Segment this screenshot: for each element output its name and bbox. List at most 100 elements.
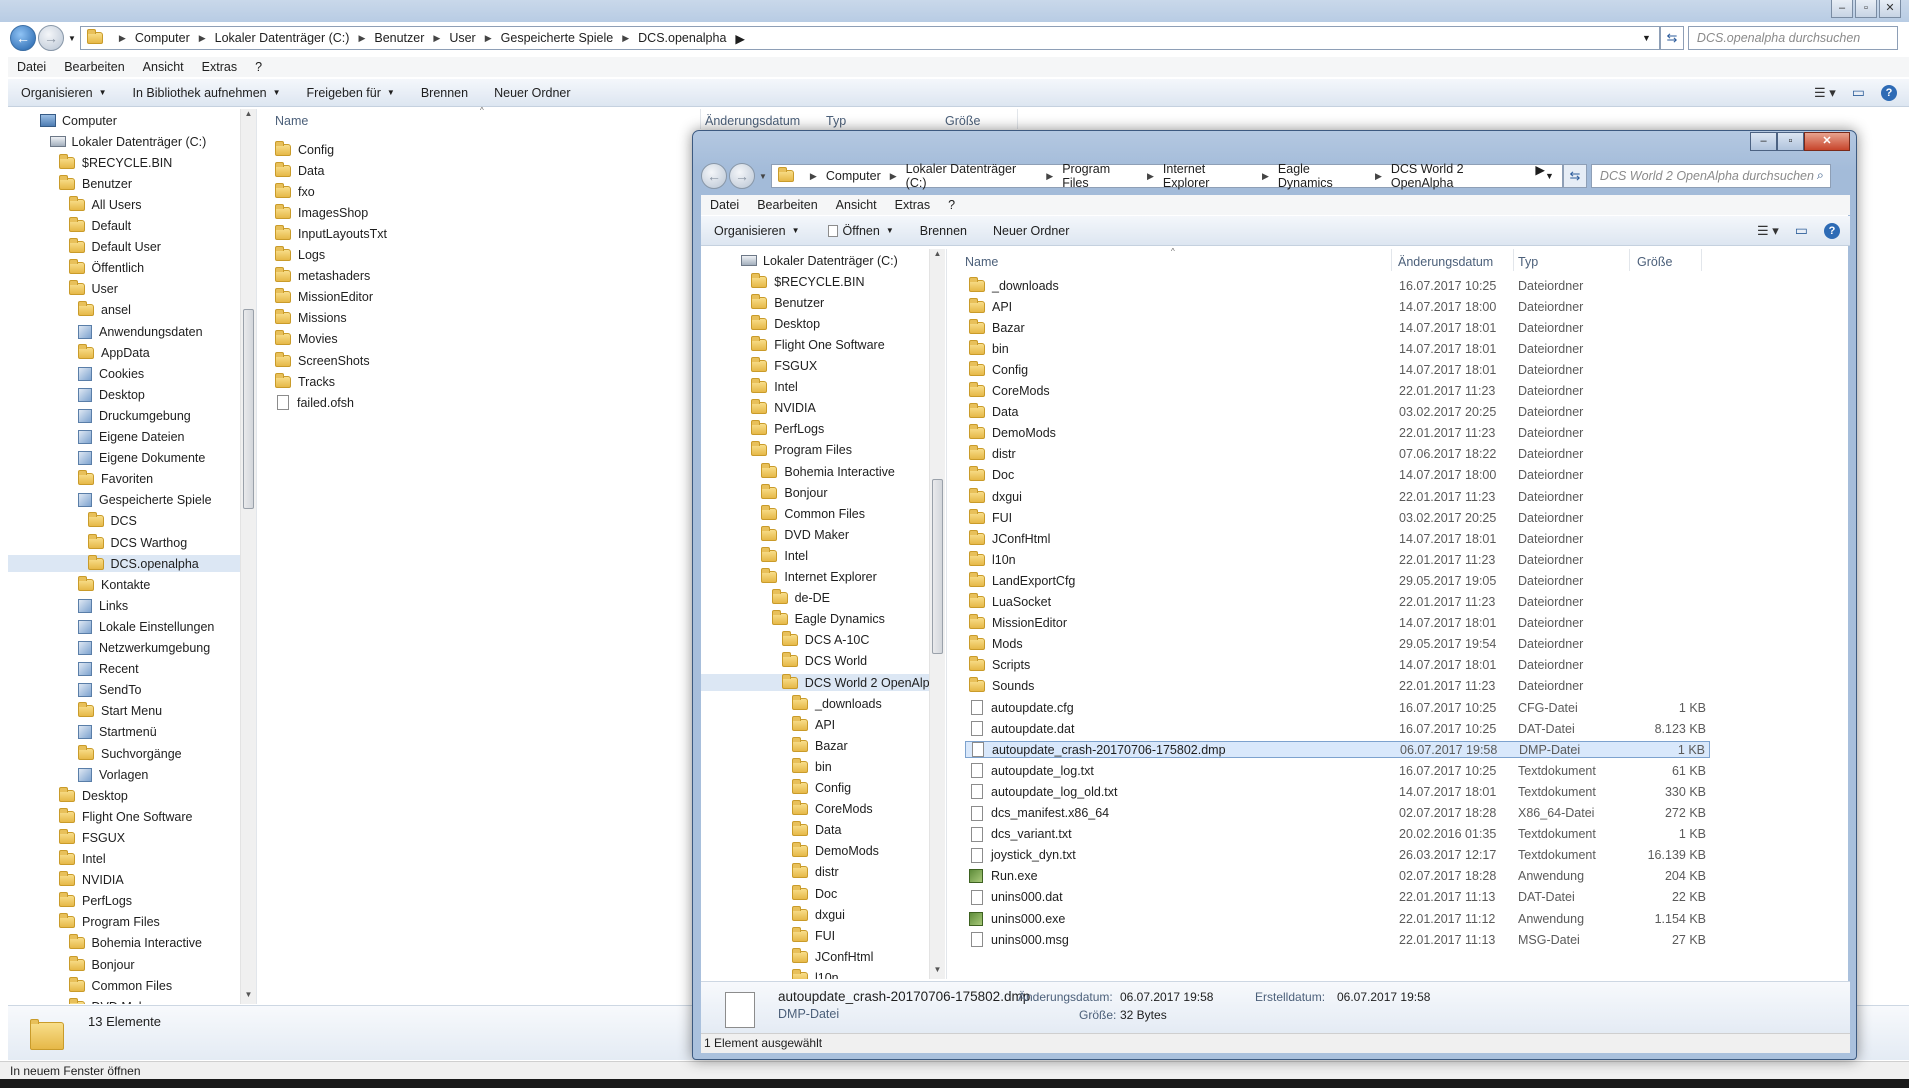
tree-item[interactable]: All Users — [68, 195, 142, 213]
list-item[interactable]: Tracks — [275, 372, 335, 390]
list-item[interactable]: Movies — [275, 330, 338, 348]
brennen-button[interactable]: Brennen — [907, 224, 980, 238]
tree-item[interactable]: Bohemia Interactive — [68, 934, 202, 952]
brennen-button[interactable]: Brennen — [408, 86, 481, 100]
table-row[interactable]: Data 03.02.2017 20:25 Dateiordner — [965, 403, 1710, 421]
table-row[interactable]: LuaSocket 22.01.2017 11:23 Dateiordner — [965, 593, 1710, 611]
tree-item[interactable]: Lokaler Datenträger (C:) — [741, 252, 898, 269]
column-header-size[interactable]: Größe — [1637, 255, 1672, 269]
table-row[interactable]: dcs_variant.txt 20.02.2016 01:35 Textdokum… — [965, 826, 1710, 843]
list-item[interactable]: failed.ofsh — [275, 394, 354, 411]
tree-item[interactable]: FSGUX — [59, 828, 125, 846]
breadcrumb-item[interactable]: ▶ Computer — [110, 31, 190, 46]
tree-item[interactable]: DCS Warthog — [87, 533, 187, 551]
tree-item[interactable]: Computer — [40, 112, 117, 129]
preview-pane-icon[interactable]: ▭ — [1852, 84, 1865, 101]
tree-item[interactable]: User — [68, 280, 118, 298]
tree-item[interactable]: CoreMods — [792, 800, 873, 818]
tree-item[interactable]: Config — [792, 779, 851, 797]
tree-item[interactable]: dxgui — [792, 905, 845, 923]
table-row[interactable]: distr 07.06.2017 18:22 Dateiordner — [965, 445, 1710, 463]
tree-item[interactable]: Flight One Software — [751, 335, 885, 353]
back-button[interactable]: ← — [701, 163, 727, 189]
tree-item[interactable]: Druckumgebung — [78, 407, 191, 424]
tree-item[interactable]: Cookies — [78, 365, 144, 382]
preview-pane-icon[interactable]: ▭ — [1795, 222, 1808, 239]
list-item[interactable]: ScreenShots — [275, 351, 370, 369]
table-row[interactable]: Scripts 14.07.2017 18:01 Dateiordner — [965, 656, 1710, 674]
search-input[interactable]: DCS World 2 OpenAlpha durchsuchen ⌕ — [1590, 164, 1831, 188]
column-header-type[interactable]: Typ — [826, 114, 846, 128]
tree-item[interactable]: NVIDIA — [59, 871, 124, 889]
menu-item-ansicht[interactable]: Ansicht — [827, 198, 886, 212]
menu-item-extras[interactable]: Extras — [886, 198, 939, 212]
tree-item[interactable]: Eigene Dokumente — [78, 450, 205, 467]
tree-scrollbar[interactable]: ▲ ▼ — [929, 249, 945, 979]
tree-item[interactable]: Start Menu — [78, 702, 162, 720]
tree-item[interactable]: JConfHtml — [792, 947, 873, 965]
list-item[interactable]: fxo — [275, 182, 315, 200]
tree-item[interactable]: Lokale Einstellungen — [78, 618, 214, 635]
menu-item-help[interactable]: ? — [246, 60, 271, 74]
organisieren-button[interactable]: Organisieren ▼ — [8, 86, 120, 100]
tree-item[interactable]: Lokaler Datenträger (C:) — [49, 133, 206, 150]
view-options-icon[interactable]: ☰ ▾ — [1757, 223, 1779, 239]
tree-item[interactable]: Program Files — [59, 913, 160, 931]
column-header-type[interactable]: Typ — [1518, 255, 1538, 269]
breadcrumb-item[interactable]: ▶ Computer — [801, 162, 881, 190]
table-row[interactable]: l10n 22.01.2017 11:23 Dateiordner — [965, 550, 1710, 568]
tree-item[interactable]: Gespeicherte Spiele — [78, 492, 212, 509]
breadcrumb-item[interactable]: ▶ DCS.openalpha — [613, 31, 726, 46]
tree-item[interactable]: $RECYCLE.BIN — [751, 272, 865, 290]
tree-item[interactable]: SendTo — [78, 682, 141, 699]
table-row[interactable]: _downloads 16.07.2017 10:25 Dateiordner — [965, 276, 1710, 294]
tree-item[interactable]: Program Files — [751, 441, 852, 459]
menu-item-extras[interactable]: Extras — [193, 60, 246, 74]
tree-item[interactable]: Benutzer — [751, 293, 824, 311]
table-row[interactable]: LandExportCfg 29.05.2017 19:05 Dateiordner — [965, 571, 1710, 589]
tree-item[interactable]: NVIDIA — [751, 399, 816, 417]
tree-item[interactable]: Vorlagen — [78, 766, 148, 783]
table-row[interactable]: Bazar 14.07.2017 18:01 Dateiordner — [965, 318, 1710, 336]
tree-item[interactable]: $RECYCLE.BIN — [59, 153, 172, 171]
tree-item[interactable]: Netzwerkumgebung — [78, 640, 210, 657]
tree-item[interactable]: DemoMods — [792, 842, 879, 860]
table-row[interactable]: autoupdate_log_old.txt 14.07.2017 18:01 Te… — [965, 783, 1710, 800]
breadcrumb-item[interactable]: ▶ Benutzer — [349, 31, 424, 46]
table-row[interactable]: JConfHtml 14.07.2017 18:01 Dateiordner — [965, 529, 1710, 547]
tree-item[interactable]: DCS A-10C — [781, 631, 869, 649]
tree-item[interactable]: API — [792, 715, 835, 733]
maximize-button[interactable]: ▫ — [1777, 132, 1804, 151]
address-bar[interactable]: ▶ Computer ▶ Lokaler Datenträger (C:) ▶ Progr… — [770, 162, 1563, 190]
tree-item[interactable]: Intel — [751, 378, 798, 396]
tree-item[interactable]: Intel — [761, 546, 808, 564]
recent-pages-dropdown-icon[interactable]: ▼ — [759, 172, 767, 181]
tree-item[interactable]: _downloads — [792, 694, 882, 712]
tree-item[interactable]: PerfLogs — [59, 892, 132, 910]
breadcrumb-separator-icon[interactable]: ▶ — [358, 33, 365, 44]
tree-item[interactable]: DCS — [87, 512, 137, 530]
tree-item[interactable]: Desktop — [78, 386, 145, 403]
list-item[interactable]: metashaders — [275, 267, 370, 285]
breadcrumb-item[interactable]: ▶ Lokaler Datenträger (C:) — [881, 162, 1038, 190]
table-row[interactable]: unins000.msg 22.01.2017 11:13 MSG-Datei 27 … — [965, 931, 1710, 948]
tree-item[interactable]: Suchvorgänge — [78, 744, 182, 762]
minimize-button[interactable]: – — [1831, 0, 1853, 18]
organisieren-button[interactable]: Organisieren ▼ — [701, 224, 813, 238]
breadcrumb-separator-icon[interactable]: ▶ — [1262, 171, 1269, 182]
table-row[interactable]: bin 14.07.2017 18:01 Dateiordner — [965, 339, 1710, 357]
table-row[interactable]: autoupdate_crash-20170706-175802.dmp 06.0… — [965, 741, 1710, 759]
recent-pages-dropdown-icon[interactable]: ▼ — [68, 34, 76, 43]
breadcrumb-separator-icon[interactable]: ▶ — [735, 31, 745, 46]
address-bar[interactable]: ▶ Computer ▶ Lokaler Datenträger (C:) ▶ Benut… — [79, 26, 1660, 50]
tree-item[interactable]: Intel — [59, 850, 106, 868]
help-icon[interactable]: ? — [1881, 84, 1897, 101]
table-row[interactable]: FUI 03.02.2017 20:25 Dateiordner — [965, 508, 1710, 526]
tree-scrollbar[interactable]: ▲ ▼ — [240, 109, 256, 1004]
tree-item[interactable]: DCS.openalpha — [8, 554, 240, 573]
breadcrumb-separator-icon[interactable]: ▶ — [199, 33, 206, 44]
tree-item[interactable]: Benutzer — [59, 174, 132, 192]
tree-item[interactable]: Recent — [78, 661, 139, 678]
menu-item-bearbeiten[interactable]: Bearbeiten — [55, 60, 133, 74]
tree-item[interactable]: Anwendungsdaten — [78, 323, 203, 340]
